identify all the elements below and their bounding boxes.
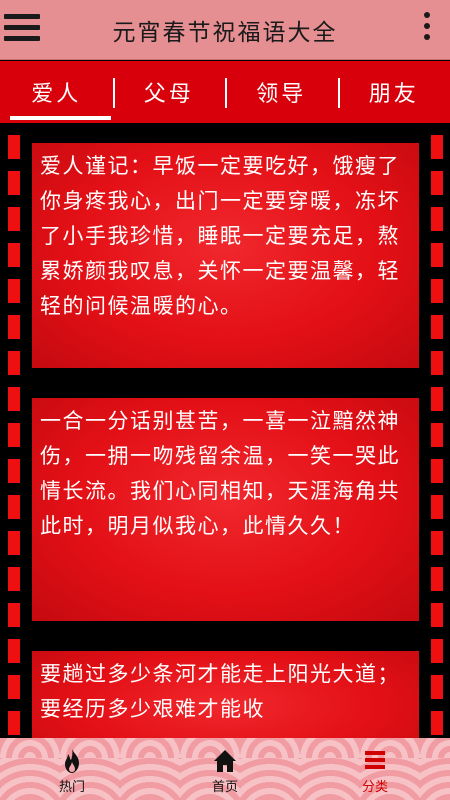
more-vertical-icon[interactable] (424, 12, 432, 48)
message-text: 要趟过多少条河才能走上阳光大道；要经历多少艰难才能收 (40, 662, 400, 721)
filmstrip-left-holes (8, 123, 20, 738)
app-title: 元宵春节祝福语大全 (112, 20, 338, 46)
tab-leader[interactable]: 领导 (225, 61, 338, 123)
nav-hot-button[interactable]: 热门 (32, 738, 112, 800)
filmstrip-right-holes (431, 123, 443, 738)
message-text: 一合一分话别甚苦，一喜一泣黯然神伤，一拥一吻残留余温，一笑一哭此情长流。我们心同… (40, 409, 400, 538)
tab-lover[interactable]: 爱人 (0, 61, 113, 123)
bottom-navigation: 热门 首页 分类 (0, 738, 450, 800)
message-card[interactable]: 爱人谨记：早饭一定要吃好，饿瘦了你身疼我心，出门一定要穿暖，冻坏了小手我珍惜，睡… (32, 143, 419, 368)
message-text: 爱人谨记：早饭一定要吃好，饿瘦了你身疼我心，出门一定要穿暖，冻坏了小手我珍惜，睡… (40, 154, 400, 318)
tab-parents[interactable]: 父母 (112, 61, 226, 123)
app-header: 元宵春节祝福语大全 (0, 0, 450, 60)
message-card[interactable]: 一合一分话别甚苦，一喜一泣黯然神伤，一拥一吻残留余温，一笑一哭此情长流。我们心同… (32, 398, 419, 621)
fire-icon (65, 749, 79, 773)
nav-hot-label: 热门 (58, 780, 85, 795)
category-tabs: 爱人 父母 领导 朋友 (0, 61, 450, 123)
list-icon (365, 751, 385, 769)
message-list[interactable]: 爱人谨记：早饭一定要吃好，饿瘦了你身疼我心，出门一定要穿暖，冻坏了小手我珍惜，睡… (0, 123, 450, 738)
nav-category-label: 分类 (361, 780, 388, 795)
message-card[interactable]: 要趟过多少条河才能走上阳光大道；要经历多少艰难才能收 (32, 651, 419, 738)
nav-home-button[interactable]: 首页 (185, 738, 265, 800)
nav-category-button[interactable]: 分类 (335, 738, 415, 800)
tab-friends[interactable]: 朋友 (337, 61, 450, 123)
home-icon (214, 750, 236, 772)
nav-home-label: 首页 (211, 780, 238, 795)
